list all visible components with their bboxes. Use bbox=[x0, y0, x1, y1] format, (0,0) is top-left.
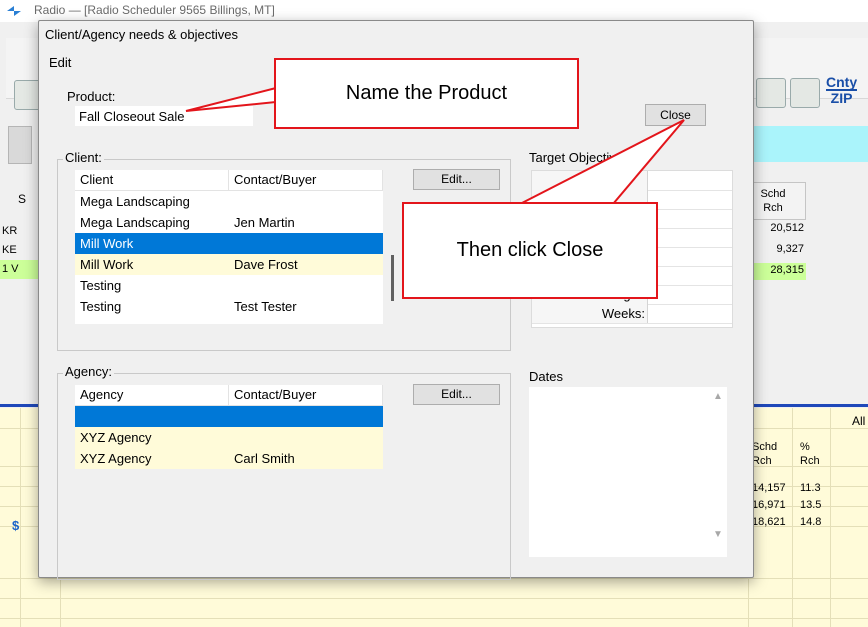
bottom-value: 14,157 bbox=[752, 482, 786, 494]
agency-list[interactable]: Agency Contact/Buyer XYZ Agency XYZ Agen… bbox=[75, 385, 383, 469]
app-logo-icon bbox=[7, 6, 21, 16]
schd-label: Schd bbox=[752, 441, 778, 453]
agency-name bbox=[75, 406, 229, 427]
bottom-value: 16,971 bbox=[752, 499, 786, 511]
toolbar-county-zip-button[interactable]: Cnty ZIP bbox=[826, 74, 858, 105]
dollar-icon[interactable]: $ bbox=[12, 518, 19, 533]
background-col-s: S bbox=[18, 192, 27, 206]
rch-label: Rch bbox=[752, 455, 772, 467]
list-item[interactable]: Mega Landscaping bbox=[75, 191, 383, 212]
background-tab[interactable] bbox=[8, 126, 32, 164]
agency-name: XYZ Agency bbox=[80, 451, 152, 466]
client-name: Mill Work bbox=[80, 257, 134, 272]
agency-contact bbox=[229, 406, 383, 427]
client-contact: Jen Martin bbox=[234, 215, 295, 230]
client-list[interactable]: Client Contact/Buyer Mega Landscaping Me… bbox=[75, 170, 383, 324]
bottom-pct: 11.3 bbox=[800, 482, 821, 494]
close-button[interactable]: Close bbox=[645, 104, 706, 126]
edit-agency-button[interactable]: Edit... bbox=[413, 384, 500, 405]
column-client[interactable]: Client bbox=[75, 170, 229, 190]
dates-label: Dates bbox=[529, 369, 563, 384]
product-label: Product: bbox=[67, 89, 116, 104]
agency-list-header: Agency Contact/Buyer bbox=[75, 385, 383, 406]
client-contact bbox=[229, 275, 383, 296]
station-row[interactable]: KE bbox=[0, 241, 40, 260]
target-row-label bbox=[532, 171, 648, 190]
client-name: Mega Landscaping bbox=[80, 194, 190, 209]
column-contact-buyer[interactable]: Contact/Buyer bbox=[229, 170, 383, 190]
rch-label: Rch bbox=[800, 455, 820, 467]
toolbar-newspaper-icon[interactable] bbox=[790, 78, 820, 108]
list-item-selected[interactable]: Mill Work bbox=[75, 233, 383, 254]
client-list-scrollbar[interactable] bbox=[391, 255, 394, 301]
list-item[interactable]: Testing bbox=[75, 275, 383, 296]
bottom-pct: 14.8 bbox=[800, 516, 822, 528]
client-contact: Dave Frost bbox=[234, 257, 298, 272]
bottom-value: 18,621 bbox=[752, 516, 786, 528]
client-name: Testing bbox=[80, 278, 122, 293]
list-item[interactable]: XYZ Agency bbox=[75, 427, 383, 448]
list-item-selected[interactable] bbox=[75, 406, 383, 427]
pct-label: % bbox=[800, 441, 810, 453]
client-name: Mega Landscaping bbox=[80, 215, 190, 230]
cnty-label: Cnty bbox=[826, 74, 858, 90]
client-contact bbox=[229, 191, 383, 212]
toolbar-map-icon[interactable] bbox=[756, 78, 786, 108]
agency-contact bbox=[229, 427, 383, 448]
station-row-total[interactable]: 1 V bbox=[0, 260, 40, 279]
all-label: All bbox=[852, 414, 866, 428]
client-name: Mill Work bbox=[80, 236, 134, 251]
edit-client-button[interactable]: Edit... bbox=[413, 169, 500, 190]
menu-edit[interactable]: Edit bbox=[49, 55, 71, 70]
zip-label: ZIP bbox=[826, 89, 858, 105]
target-objectives-label: Target Objectives: bbox=[529, 150, 634, 165]
close-button-label: Close bbox=[660, 108, 691, 122]
callout-click-close: Then click Close bbox=[402, 202, 658, 299]
client-group-label: Client: bbox=[63, 150, 104, 165]
client-contact: Test Tester bbox=[234, 299, 297, 314]
callout-name-product: Name the Product bbox=[274, 58, 579, 129]
bottom-pct-values: 11.3 13.5 14.8 bbox=[800, 480, 821, 531]
station-row[interactable]: KR bbox=[0, 222, 40, 241]
list-item[interactable]: Testing Test Tester bbox=[75, 296, 383, 317]
list-item[interactable]: Mill Work Dave Frost bbox=[75, 254, 383, 275]
client-name: Testing bbox=[80, 299, 122, 314]
bottom-header-schd: Schd Rch bbox=[752, 440, 777, 468]
agency-name: XYZ Agency bbox=[80, 430, 152, 445]
background-info-bar bbox=[750, 126, 868, 162]
dialog-title: Client/Agency needs & objectives bbox=[45, 27, 238, 42]
list-item[interactable]: XYZ Agency Carl Smith bbox=[75, 448, 383, 469]
list-item[interactable]: Mega Landscaping Jen Martin bbox=[75, 212, 383, 233]
scroll-up-icon[interactable]: ▲ bbox=[713, 391, 723, 402]
column-agency[interactable]: Agency bbox=[75, 385, 229, 405]
agency-group-label: Agency: bbox=[63, 364, 114, 379]
product-input[interactable] bbox=[75, 106, 253, 126]
background-station-rows: KR KE 1 V bbox=[0, 222, 40, 282]
scroll-down-icon[interactable]: ▼ bbox=[713, 529, 723, 540]
dates-textbox[interactable] bbox=[529, 387, 727, 557]
column-contact-buyer[interactable]: Contact/Buyer bbox=[229, 385, 383, 405]
bottom-schd-values: 14,157 16,971 18,621 bbox=[752, 480, 786, 531]
bottom-header-pct: % Rch bbox=[800, 440, 820, 468]
background-title: Radio — [Radio Scheduler 9565 Billings, … bbox=[34, 3, 275, 17]
bottom-pct: 13.5 bbox=[800, 499, 822, 511]
target-row-label: Weeks: bbox=[532, 304, 648, 323]
client-list-header: Client Contact/Buyer bbox=[75, 170, 383, 191]
client-contact bbox=[229, 233, 383, 254]
agency-contact: Carl Smith bbox=[234, 451, 295, 466]
